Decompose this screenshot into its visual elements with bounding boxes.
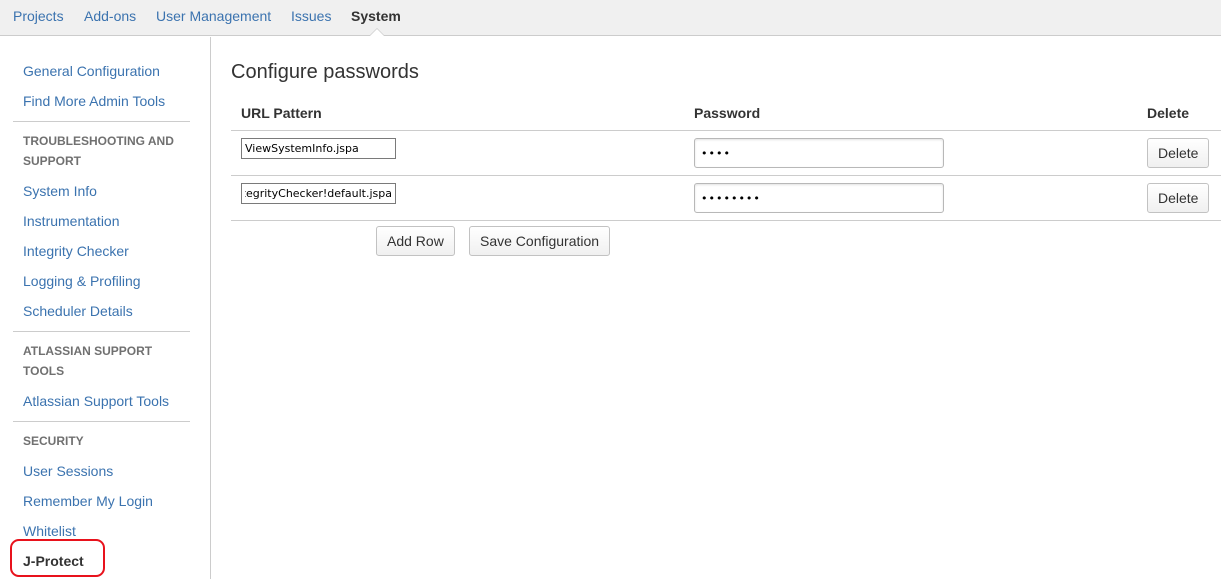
save-configuration-button[interactable]: Save Configuration [469,226,611,256]
sidebar-heading-troubleshooting: TROUBLESHOOTING AND SUPPORT [23,134,174,168]
main-content: Configure passwords URL Pattern Password… [212,37,1221,579]
j-protect-highlight-annotation [10,539,105,577]
sidebar-item-atlassian-support-tools[interactable]: Atlassian Support Tools [23,393,169,409]
column-header-url-pattern: URL Pattern [241,105,322,121]
tab-system[interactable]: System [351,8,401,24]
sidebar-heading-atlassian-support-tools: ATLASSIAN SUPPORT TOOLS [23,344,153,378]
tab-user-management[interactable]: User Management [156,8,271,24]
delete-row-button[interactable]: Delete [1147,183,1210,213]
sidebar-item-instrumentation[interactable]: Instrumentation [23,213,120,229]
top-navigation: Projects Add-ons User Management Issues … [0,0,1221,36]
sidebar-item-find-more-admin-tools[interactable]: Find More Admin Tools [23,93,165,109]
add-row-button[interactable]: Add Row [376,226,455,256]
table-row-divider [231,220,1221,221]
tab-projects[interactable]: Projects [13,8,64,24]
table-row-divider [231,175,1221,176]
sidebar-item-remember-my-login[interactable]: Remember My Login [23,493,153,509]
column-header-password: Password [694,105,761,121]
sidebar-item-scheduler-details[interactable]: Scheduler Details [23,303,133,319]
url-pattern-input[interactable] [241,138,396,159]
password-input[interactable] [694,183,944,213]
sidebar-item-logging-profiling[interactable]: Logging & Profiling [23,273,141,289]
sidebar-item-user-sessions[interactable]: User Sessions [23,463,113,479]
sidebar-item-system-info[interactable]: System Info [23,183,97,199]
column-header-delete: Delete [1147,105,1190,121]
sidebar-item-whitelist[interactable]: Whitelist [23,523,76,539]
sidebar-divider [13,331,190,332]
tab-issues[interactable]: Issues [291,8,331,24]
active-tab-caret [370,29,384,36]
password-input[interactable] [694,138,944,168]
tab-add-ons[interactable]: Add-ons [84,8,136,24]
admin-sidebar: General Configuration Find More Admin To… [0,37,211,579]
sidebar-divider [13,421,190,422]
delete-row-button[interactable]: Delete [1147,138,1210,168]
sidebar-heading-security: SECURITY [23,434,84,448]
sidebar-item-general-configuration[interactable]: General Configuration [23,63,160,79]
sidebar-divider [13,121,190,122]
table-row-divider [231,130,1221,131]
page-title: Configure passwords [231,61,419,83]
sidebar-item-integrity-checker[interactable]: Integrity Checker [23,243,129,259]
url-pattern-input[interactable] [241,183,396,204]
